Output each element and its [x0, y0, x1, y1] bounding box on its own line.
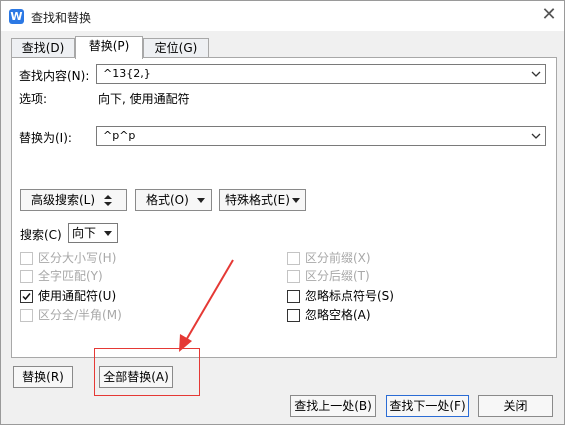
window-title: 查找和替换	[31, 11, 92, 25]
find-value: ^13{2,}	[103, 67, 151, 80]
chevron-down-icon[interactable]	[531, 128, 541, 144]
suffix-checkbox[interactable]	[287, 270, 300, 283]
close-button[interactable]: 关闭	[478, 395, 553, 417]
close-icon[interactable]: ✕	[539, 4, 559, 26]
wps-writer-icon: W	[9, 9, 24, 24]
search-label: 搜索(C)	[20, 228, 62, 242]
replace-value: ^p^p	[103, 129, 136, 142]
chevron-down-icon[interactable]	[531, 66, 541, 82]
prefix-label: 区分前缀(X)	[305, 251, 371, 265]
search-direction-value: 向下	[72, 226, 97, 240]
tab-goto[interactable]: 定位(G)	[143, 38, 209, 58]
replace-input[interactable]: ^p^p	[96, 126, 546, 146]
dropdown-arrow-icon	[197, 198, 205, 203]
wildcards-label: 使用通配符(U)	[38, 289, 117, 303]
advanced-search-button[interactable]: 高级搜索(L)	[20, 189, 127, 211]
suffix-label: 区分后缀(T)	[305, 269, 370, 283]
tab-find[interactable]: 查找(D)	[11, 38, 75, 58]
wildcards-checkbox[interactable]	[20, 290, 33, 303]
annotation-arrow-icon	[179, 259, 234, 352]
checkmark-icon	[22, 293, 31, 301]
advanced-search-label: 高级搜索(L)	[31, 193, 96, 207]
find-next-button[interactable]: 查找下一处(F)	[386, 395, 469, 417]
tab-replace[interactable]: 替换(P)	[75, 36, 143, 59]
special-format-button[interactable]: 特殊格式(E)	[219, 189, 306, 211]
ignore-punctuation-label: 忽略标点符号(S)	[305, 289, 394, 303]
format-label: 格式(O)	[146, 193, 189, 207]
ignore-space-label: 忽略空格(A)	[305, 308, 371, 322]
dropdown-arrow-icon	[292, 198, 300, 203]
prefix-checkbox[interactable]	[287, 252, 300, 265]
match-case-label: 区分大小写(H)	[38, 251, 117, 265]
find-replace-dialog: W 查找和替换 ✕ 查找(D) 替换(P) 定位(G) 查找内容(N): ^13…	[0, 0, 565, 425]
special-format-label: 特殊格式(E)	[225, 193, 290, 207]
full-half-label: 区分全/半角(M)	[38, 308, 122, 322]
whole-word-checkbox[interactable]	[20, 270, 33, 283]
format-button[interactable]: 格式(O)	[135, 189, 212, 211]
title-bar: W 查找和替换 ✕	[1, 1, 564, 31]
options-label: 选项:	[19, 92, 48, 106]
find-previous-button[interactable]: 查找上一处(B)	[290, 395, 376, 417]
ignore-space-checkbox[interactable]	[287, 309, 300, 322]
ignore-punctuation-checkbox[interactable]	[287, 290, 300, 303]
search-direction-select[interactable]: 向下	[68, 223, 118, 243]
replace-label: 替换为(I):	[19, 131, 72, 145]
match-case-checkbox[interactable]	[20, 252, 33, 265]
replace-button[interactable]: 替换(R)	[13, 366, 73, 388]
options-value: 向下, 使用通配符	[98, 92, 190, 106]
find-label: 查找内容(N):	[19, 69, 90, 83]
expand-collapse-icon	[104, 195, 112, 206]
whole-word-label: 全字匹配(Y)	[38, 269, 103, 283]
dropdown-arrow-icon	[104, 231, 112, 236]
find-input[interactable]: ^13{2,}	[96, 64, 546, 84]
full-half-checkbox[interactable]	[20, 309, 33, 322]
